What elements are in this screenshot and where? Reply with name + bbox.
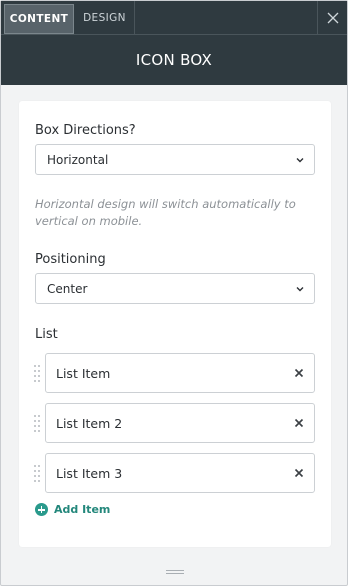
list-item-field[interactable]: List Item 2 xyxy=(45,403,315,443)
remove-icon[interactable] xyxy=(293,367,305,379)
content-card: Box Directions? Horizontal Horizontal de… xyxy=(19,101,331,547)
list-item: List Item xyxy=(33,353,315,393)
drag-handle-icon[interactable] xyxy=(33,413,41,433)
plus-circle-icon xyxy=(35,503,48,516)
add-item-button[interactable]: Add Item xyxy=(35,503,110,516)
chevron-down-icon xyxy=(296,158,304,163)
list-item-label: List Item 2 xyxy=(56,415,123,431)
positioning-value: Center xyxy=(47,281,88,296)
list-label: List xyxy=(35,327,58,342)
box-directions-label: Box Directions? xyxy=(35,123,136,138)
remove-icon[interactable] xyxy=(293,417,305,429)
panel-title: ICON BOX xyxy=(135,51,213,69)
panel-header: CONTENT DESIGN ICON BOX xyxy=(1,1,347,85)
remove-icon[interactable] xyxy=(293,467,305,479)
list-item-field[interactable]: List Item xyxy=(45,353,315,393)
resize-handle[interactable] xyxy=(166,570,184,576)
list-item: List Item 2 xyxy=(33,403,315,443)
chevron-down-icon xyxy=(296,287,304,292)
close-icon xyxy=(327,12,338,23)
drag-handle-icon[interactable] xyxy=(33,463,41,483)
list-item-field[interactable]: List Item 3 xyxy=(45,453,315,493)
tab-bar: CONTENT DESIGN xyxy=(1,1,347,34)
tab-design[interactable]: DESIGN xyxy=(75,1,135,34)
close-button[interactable] xyxy=(317,1,347,34)
add-item-label: Add Item xyxy=(54,503,111,516)
settings-panel: CONTENT DESIGN ICON BOX Box Directions? … xyxy=(0,0,348,586)
list-item-label: List Item xyxy=(56,365,111,381)
positioning-select[interactable]: Center xyxy=(35,273,315,304)
tab-content[interactable]: CONTENT xyxy=(4,4,74,34)
list-item: List Item 3 xyxy=(33,453,315,493)
box-directions-value: Horizontal xyxy=(47,152,109,167)
box-directions-help: Horizontal design will switch automatica… xyxy=(35,197,296,228)
drag-handle-icon[interactable] xyxy=(33,363,41,383)
list-item-label: List Item 3 xyxy=(56,465,123,481)
positioning-label: Positioning xyxy=(35,252,106,267)
box-directions-select[interactable]: Horizontal xyxy=(35,144,315,175)
